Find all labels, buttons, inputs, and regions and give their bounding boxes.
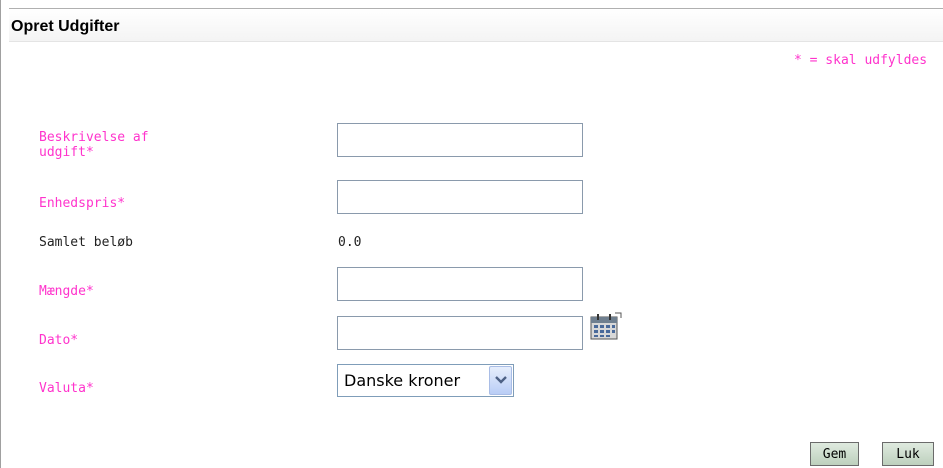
page-title: Opret Udgifter [11, 18, 120, 35]
currency-selected-value: Danske kroner [344, 371, 461, 390]
currency-select[interactable]: Danske kroner [337, 364, 514, 397]
save-button[interactable]: Gem [810, 442, 859, 466]
title-bar: Opret Udgifter [9, 8, 943, 42]
currency-label: Valuta* [39, 381, 94, 396]
description-input[interactable] [337, 123, 583, 157]
date-input[interactable] [337, 316, 583, 350]
dialog-frame: Opret Udgifter * = skal udfyldes Beskriv… [0, 0, 943, 468]
description-label: Beskrivelse af udgift* [39, 130, 149, 160]
unit-price-label: Enhedspris* [39, 196, 126, 211]
total-value: 0.0 [338, 235, 362, 250]
required-fields-note: * = skal udfyldes [794, 53, 928, 68]
quantity-input[interactable] [337, 267, 583, 301]
date-label: Dato* [39, 333, 79, 348]
close-button[interactable]: Luk [882, 442, 934, 466]
calendar-icon[interactable] [588, 312, 622, 342]
total-label: Samlet beløb [39, 235, 133, 250]
quantity-label: Mængde* [39, 284, 94, 299]
unit-price-input[interactable] [337, 180, 583, 214]
chevron-down-icon[interactable] [489, 366, 512, 395]
